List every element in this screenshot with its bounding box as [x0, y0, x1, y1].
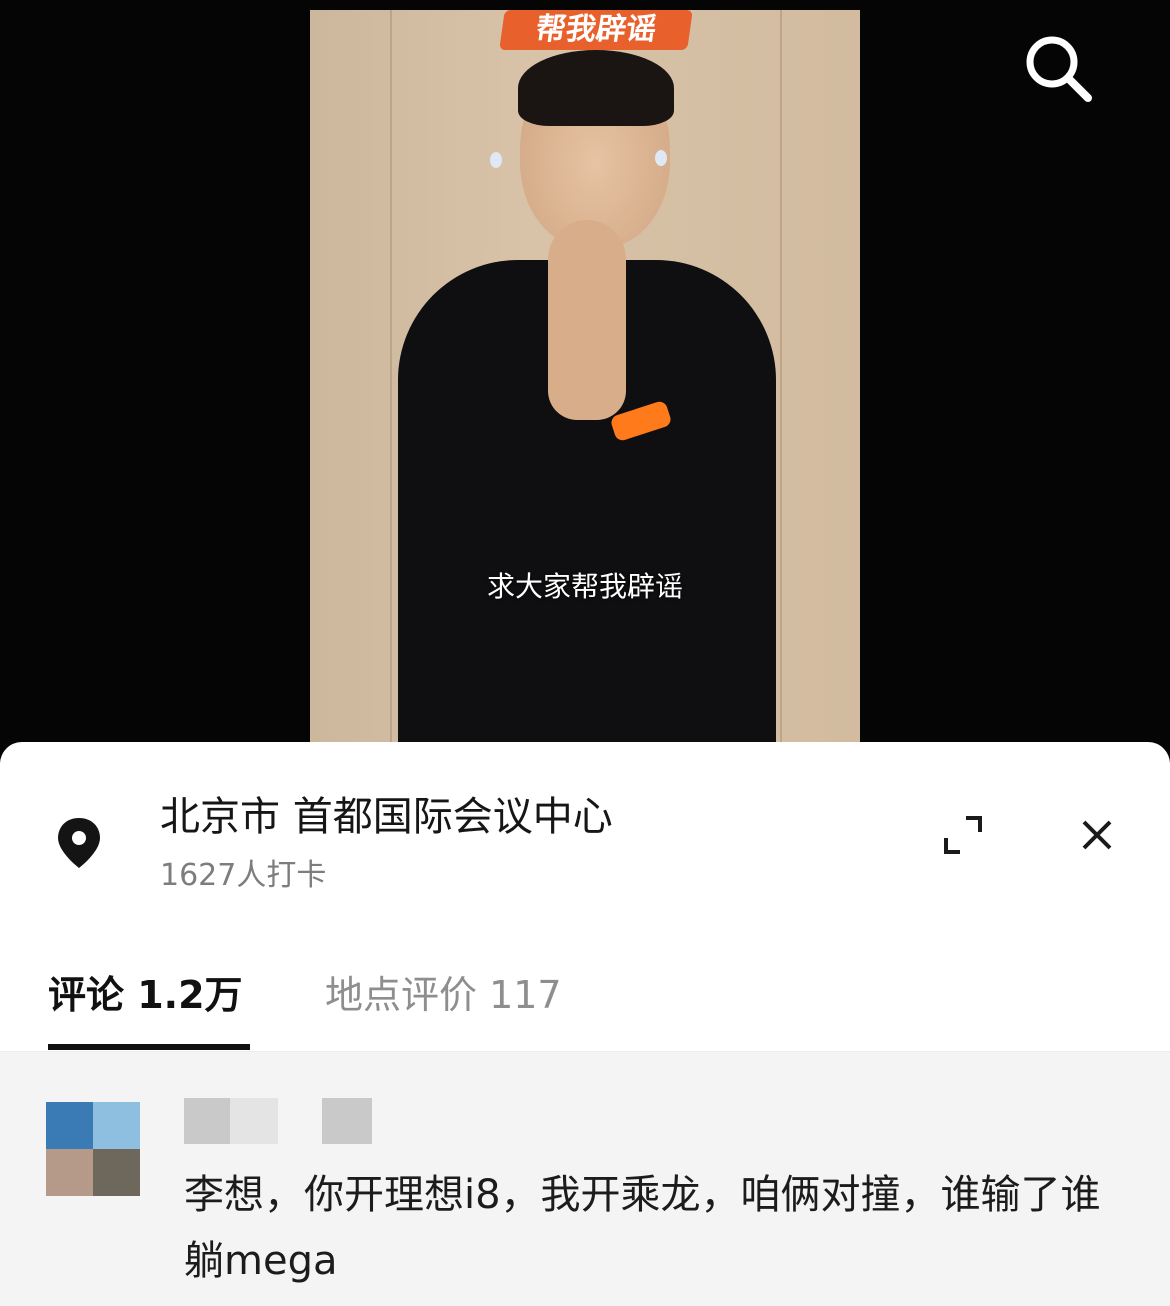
comment-list: 李想，你开理想i8，我开乘龙，咱俩对撞，谁输了谁躺mega [0, 1052, 1170, 1306]
search-icon[interactable] [1018, 28, 1098, 108]
avatar-tile [93, 1149, 140, 1196]
tab-location-reviews[interactable]: 地点评价 117 [325, 964, 562, 1019]
wall-panel-line [390, 10, 392, 760]
video-frame[interactable]: 帮我辟谣 求大家帮我辟谣 [310, 10, 860, 760]
avatar-tile [46, 1102, 93, 1149]
username-blurred[interactable] [184, 1098, 380, 1144]
avatar-tile [46, 1149, 93, 1196]
tear-sticker [490, 152, 502, 168]
location-title[interactable]: 北京市 首都国际会议中心 [160, 784, 613, 842]
close-icon[interactable] [1076, 814, 1118, 856]
comment-text: 李想，你开理想i8，我开乘龙，咱俩对撞，谁输了谁躺mega [184, 1172, 1101, 1284]
blur-block [184, 1098, 230, 1144]
wall-panel-line [780, 10, 782, 760]
video-subtitle: 求大家帮我辟谣 [486, 570, 683, 603]
video-player[interactable]: 帮我辟谣 求大家帮我辟谣 [0, 0, 1170, 760]
expand-icon[interactable] [940, 812, 986, 858]
blur-block [230, 1098, 278, 1144]
praying-hands [548, 220, 626, 420]
blur-block [322, 1098, 372, 1144]
active-tab-indicator [48, 1044, 250, 1050]
checkin-count: 1627人打卡 [160, 858, 327, 893]
avatar-tile [93, 1102, 140, 1149]
tear-sticker [655, 150, 667, 166]
person-hair [518, 50, 674, 126]
location-sheet: 北京市 首都国际会议中心 1627人打卡 评论 1.2万 地点评价 117 李想… [0, 742, 1170, 1306]
avatar[interactable] [46, 1102, 140, 1196]
video-banner: 帮我辟谣 [499, 10, 693, 50]
location-pin-icon [50, 814, 108, 872]
tab-comments[interactable]: 评论 1.2万 [48, 964, 243, 1019]
